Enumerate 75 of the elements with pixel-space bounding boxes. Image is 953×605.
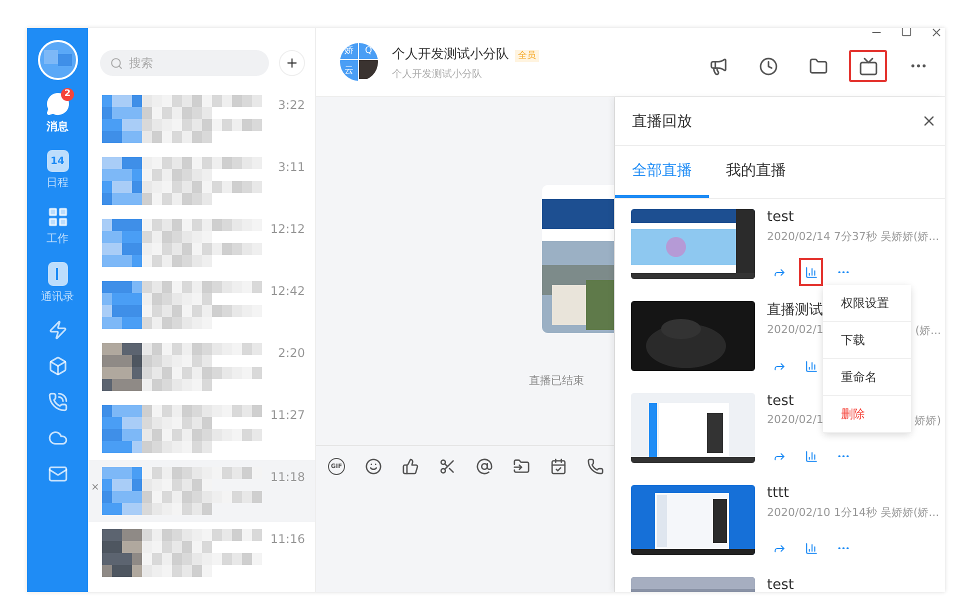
nav-item[interactable]: 通讯录 — [27, 258, 88, 308]
contacts-icon — [48, 262, 68, 286]
more-icon — [838, 454, 848, 458]
replay-title: test — [767, 577, 794, 592]
message-time: 11:16 — [270, 532, 305, 546]
more-icon — [910, 64, 926, 68]
replay-meta: 2020/02/1 — [767, 413, 824, 428]
message-time: 2:20 — [278, 346, 305, 360]
nav-item[interactable]: 工作 — [27, 202, 88, 250]
megaphone-icon — [708, 56, 728, 76]
menu-item[interactable]: 权限设置 — [823, 285, 911, 322]
replay-title: test — [767, 209, 794, 225]
menu-item[interactable]: 删除 — [823, 396, 911, 433]
live-ended-notice: 直播已结束 — [529, 373, 584, 388]
conversation-row[interactable]: × 11:18 — [88, 460, 315, 522]
lightning-icon[interactable] — [48, 320, 68, 340]
thumbs-up-icon[interactable] — [402, 458, 419, 474]
phone-icon[interactable] — [587, 458, 604, 474]
search-field[interactable]: 搜索 — [100, 50, 269, 76]
more-icon — [838, 546, 848, 550]
tv-icon — [858, 56, 878, 76]
message-time: 3:11 — [278, 160, 305, 174]
nav-item[interactable]: 2 消息 — [27, 88, 88, 138]
replay-meta: (娇... — [915, 323, 941, 338]
message-time: 12:12 — [270, 222, 305, 236]
scissors-icon[interactable] — [439, 458, 456, 474]
folder-icon[interactable] — [513, 458, 530, 474]
mail-icon[interactable] — [48, 464, 68, 484]
calendar-icon[interactable] — [550, 458, 567, 474]
replay-title: test — [767, 393, 794, 409]
more-icon — [838, 270, 848, 274]
bar-chart-icon — [804, 266, 818, 278]
tab[interactable]: 全部直播 — [615, 146, 709, 198]
apps-icon — [46, 206, 68, 228]
message-time: 3:22 — [278, 98, 305, 112]
message-time: 12:42 — [270, 284, 305, 298]
at-sign-icon[interactable] — [476, 458, 493, 474]
stats-button[interactable] — [799, 258, 823, 286]
replay-meta: 2020/02/10 1分14秒 吴娇娇(娇... — [767, 505, 940, 520]
member-tag: 全员 — [515, 50, 539, 62]
message-time: 11:18 — [270, 470, 305, 484]
replay-title: 直播测试 — [767, 301, 823, 319]
menu-item[interactable]: 重命名 — [823, 359, 911, 396]
folder-icon — [808, 56, 828, 76]
bar-chart-icon — [804, 450, 818, 462]
search-icon — [110, 56, 123, 70]
tab[interactable]: 我的直播 — [709, 146, 803, 198]
nav-label: 工作 — [46, 231, 68, 246]
nav-label: 日程 — [46, 175, 68, 190]
nav-item[interactable]: 14 日程 — [27, 146, 88, 194]
close-mark[interactable]: × — [91, 482, 100, 493]
clock-icon — [758, 56, 778, 76]
cube-icon[interactable] — [48, 356, 68, 376]
replay-meta: 娇娇) — [914, 413, 941, 428]
panel-title: 直播回放 — [632, 112, 692, 130]
replay-meta: 2020/02/1 — [767, 323, 824, 338]
close-icon[interactable] — [930, 28, 943, 39]
bar-chart-icon — [804, 542, 818, 554]
emoji-icon[interactable] — [365, 458, 382, 474]
unread-badge: 2 — [61, 88, 74, 101]
replay-title: tttt — [767, 485, 789, 501]
menu-item[interactable]: 下载 — [823, 322, 911, 359]
group-subtitle: 个人开发测试小分队 — [392, 68, 483, 81]
add-button[interactable] — [279, 50, 305, 76]
tv-button[interactable] — [849, 50, 887, 82]
profile-avatar[interactable] — [38, 40, 78, 80]
maximize-icon[interactable] — [901, 28, 912, 37]
calendar-day: 14 — [46, 150, 68, 172]
nav-label: 通讯录 — [41, 289, 74, 304]
bar-chart-icon — [804, 360, 818, 372]
plus-icon — [285, 56, 299, 70]
replay-meta: 2020/02/14 7分37秒 吴娇娇(娇... — [767, 229, 940, 244]
group-title: 个人开发测试小分队 — [392, 47, 509, 62]
nav-label: 消息 — [46, 119, 68, 134]
message-time: 11:27 — [270, 408, 305, 422]
